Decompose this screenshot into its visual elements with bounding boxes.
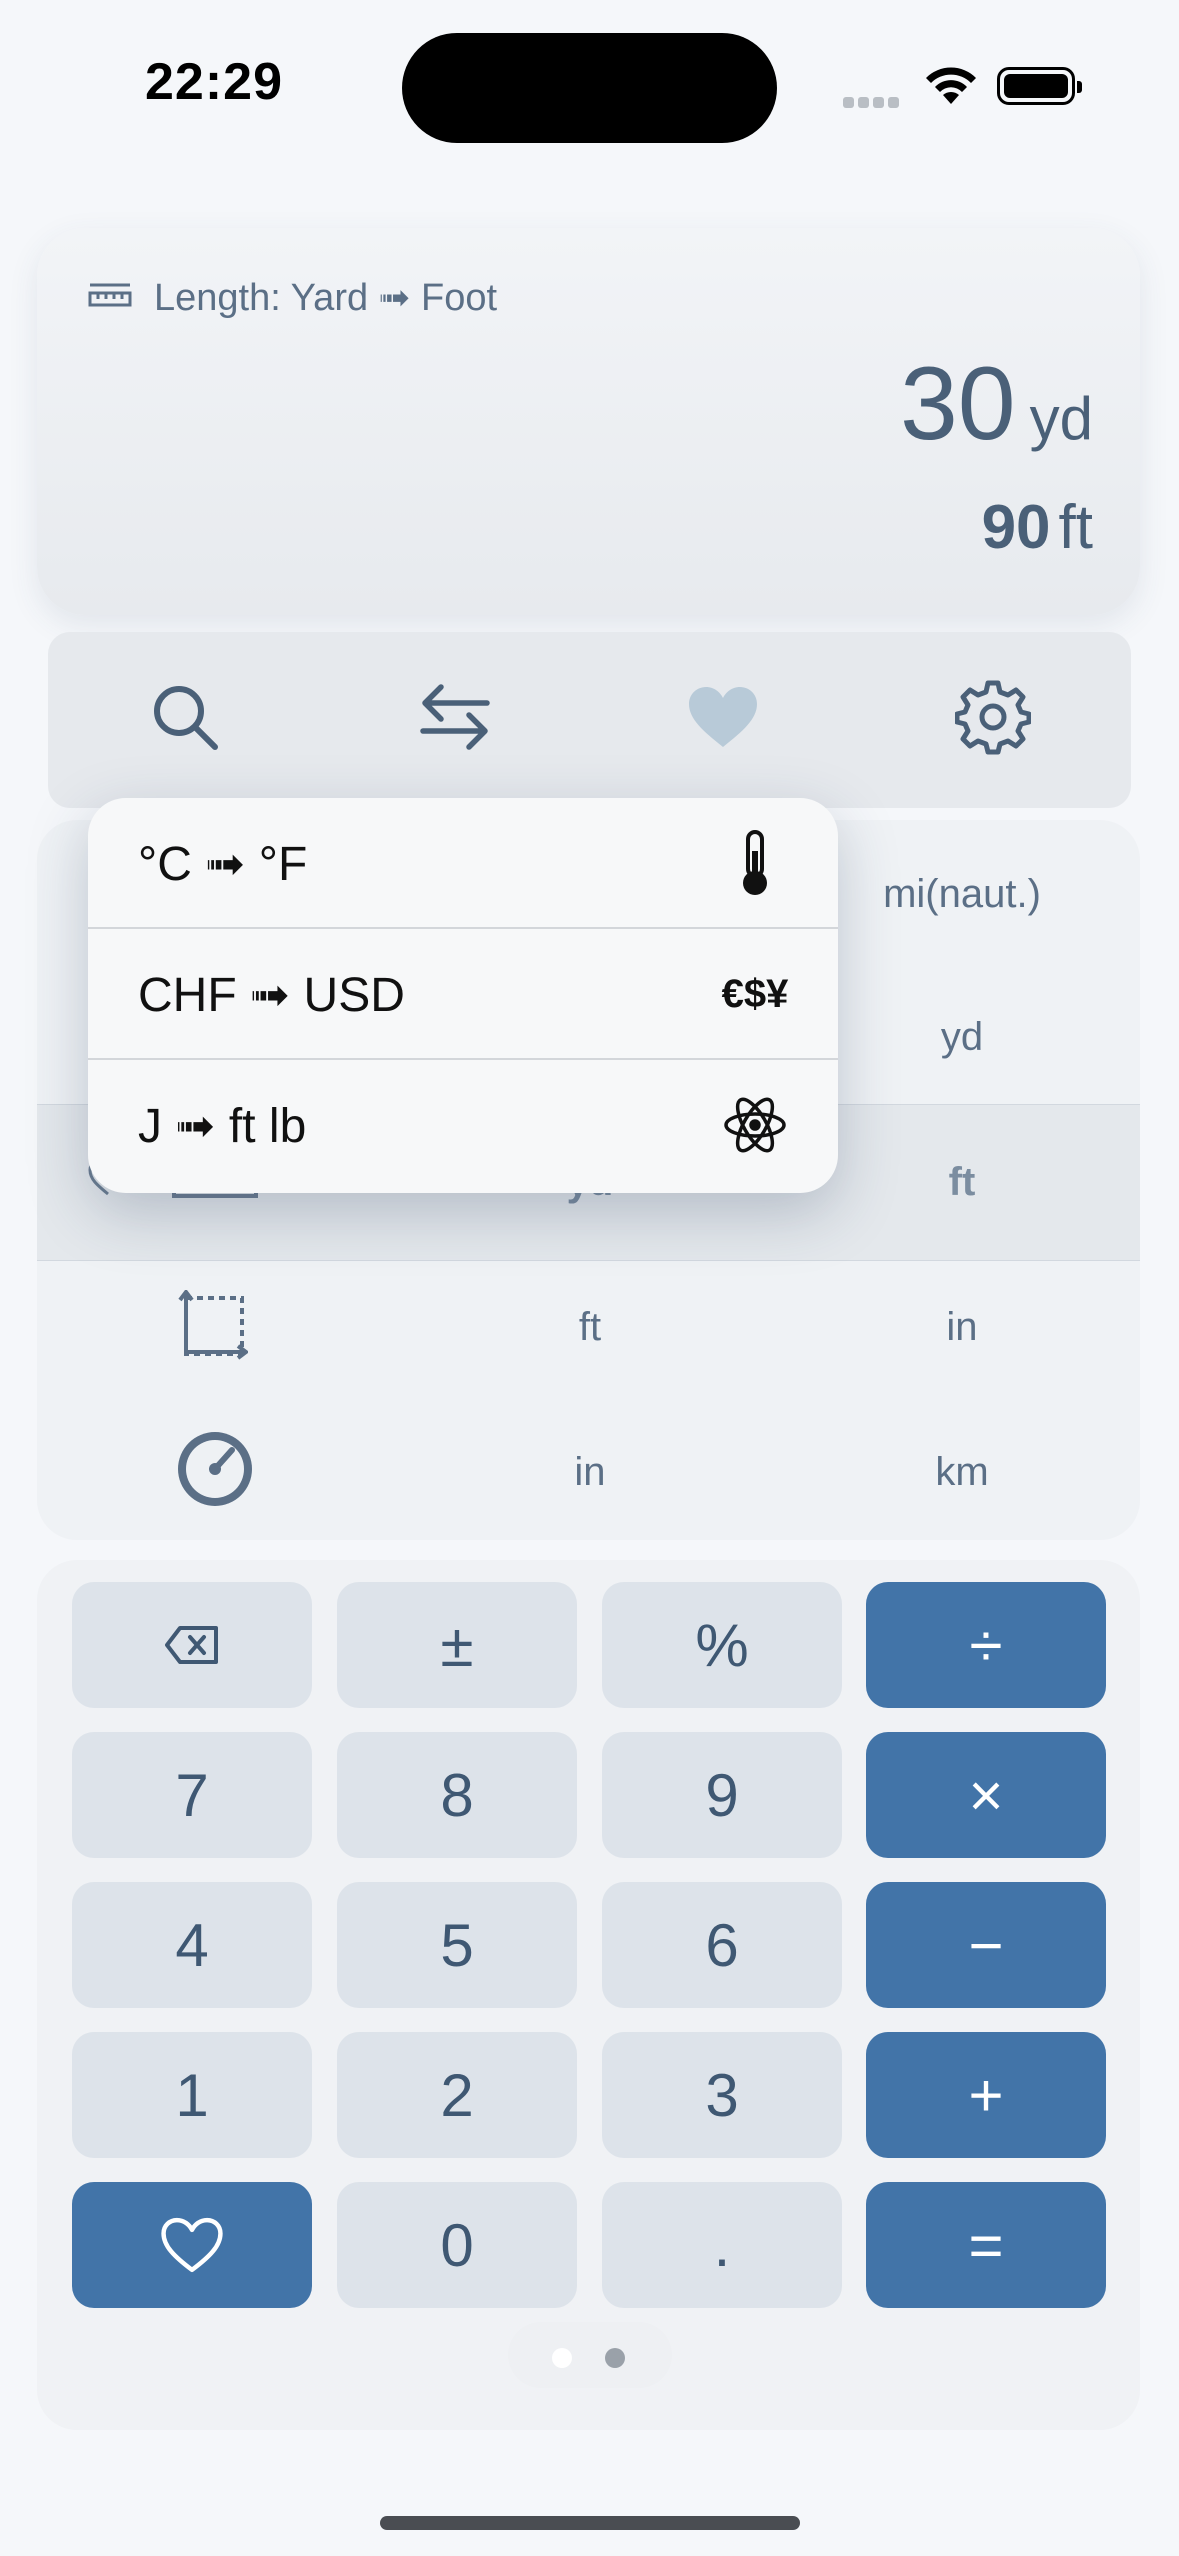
add-button[interactable]: +	[866, 2032, 1106, 2158]
digit-5-button[interactable]: 5	[337, 1882, 577, 2008]
heart-icon	[161, 2217, 223, 2273]
list-item-to[interactable]: ft	[812, 1160, 1112, 1205]
favorite-key-button[interactable]	[72, 2182, 312, 2308]
status-time: 22:29	[145, 53, 283, 111]
dynamic-island	[402, 33, 777, 143]
menu-item-label: J ➟ ft lb	[138, 1100, 307, 1153]
page-indicator[interactable]	[508, 2322, 672, 2388]
swap-icon	[420, 684, 490, 750]
thermometer-icon	[720, 828, 790, 898]
input-unit: yd	[1029, 385, 1093, 452]
menu-item-temperature[interactable]: °C ➟ °F	[88, 798, 838, 929]
currency-icon: €$¥	[721, 971, 789, 1016]
list-item[interactable]: mi(naut.)	[812, 872, 1112, 917]
search-button[interactable]	[140, 672, 230, 762]
plus-minus-button[interactable]: ±	[337, 1582, 577, 1708]
conversion-title[interactable]: Length: Yard ➟ Foot	[88, 275, 497, 320]
quick-conversion-menu: °C ➟ °F CHF ➟ USD €$¥ J ➟ ft lb	[88, 798, 838, 1193]
battery-icon	[997, 67, 1082, 105]
menu-item-label: °C ➟ °F	[138, 838, 308, 891]
input-number: 30	[899, 346, 1016, 462]
divide-button[interactable]: ÷	[866, 1582, 1106, 1708]
list-item[interactable]: in	[440, 1450, 740, 1495]
digit-2-button[interactable]: 2	[337, 2032, 577, 2158]
input-value: 30 yd	[900, 345, 1093, 464]
decimal-button[interactable]: .	[602, 2182, 842, 2308]
settings-button[interactable]	[948, 672, 1038, 762]
menu-item-energy[interactable]: J ➟ ft lb	[88, 1060, 838, 1191]
conversion-title-label: Length: Yard ➟ Foot	[154, 277, 498, 319]
page-dot[interactable]	[605, 2348, 625, 2368]
ruler-icon	[88, 276, 132, 319]
backspace-icon	[165, 1626, 218, 1664]
list-item[interactable]: in	[812, 1305, 1112, 1350]
digit-8-button[interactable]: 8	[337, 1732, 577, 1858]
atom-icon	[720, 1090, 790, 1160]
favorite-button[interactable]	[678, 672, 768, 762]
equals-button[interactable]: =	[866, 2182, 1106, 2308]
output-value: 90 ft	[982, 492, 1093, 563]
cellular-signal-icon	[843, 95, 905, 109]
output-unit: ft	[1058, 493, 1093, 562]
area-icon	[178, 1288, 250, 1365]
gear-icon	[955, 680, 1031, 755]
digit-4-button[interactable]: 4	[72, 1882, 312, 2008]
home-indicator[interactable]	[380, 2516, 800, 2530]
digit-0-button[interactable]: 0	[337, 2182, 577, 2308]
digit-6-button[interactable]: 6	[602, 1882, 842, 2008]
speedometer-icon	[174, 1428, 256, 1515]
output-number: 90	[981, 493, 1051, 562]
search-icon	[154, 686, 218, 750]
page-dot-active[interactable]	[552, 2348, 572, 2368]
multiply-button[interactable]: ×	[866, 1732, 1106, 1858]
menu-item-currency[interactable]: CHF ➟ USD €$¥	[88, 929, 838, 1060]
digit-9-button[interactable]: 9	[602, 1732, 842, 1858]
digit-3-button[interactable]: 3	[602, 2032, 842, 2158]
menu-item-label: CHF ➟ USD	[138, 969, 405, 1022]
wifi-icon	[921, 62, 981, 111]
list-item[interactable]: km	[812, 1450, 1112, 1495]
backspace-button[interactable]	[72, 1582, 312, 1708]
list-item[interactable]: yd	[812, 1015, 1112, 1060]
swap-button[interactable]	[410, 672, 500, 762]
subtract-button[interactable]: −	[866, 1882, 1106, 2008]
percent-button[interactable]: %	[602, 1582, 842, 1708]
heart-icon	[689, 687, 757, 747]
digit-1-button[interactable]: 1	[72, 2032, 312, 2158]
list-item[interactable]: ft	[440, 1305, 740, 1350]
digit-7-button[interactable]: 7	[72, 1732, 312, 1858]
